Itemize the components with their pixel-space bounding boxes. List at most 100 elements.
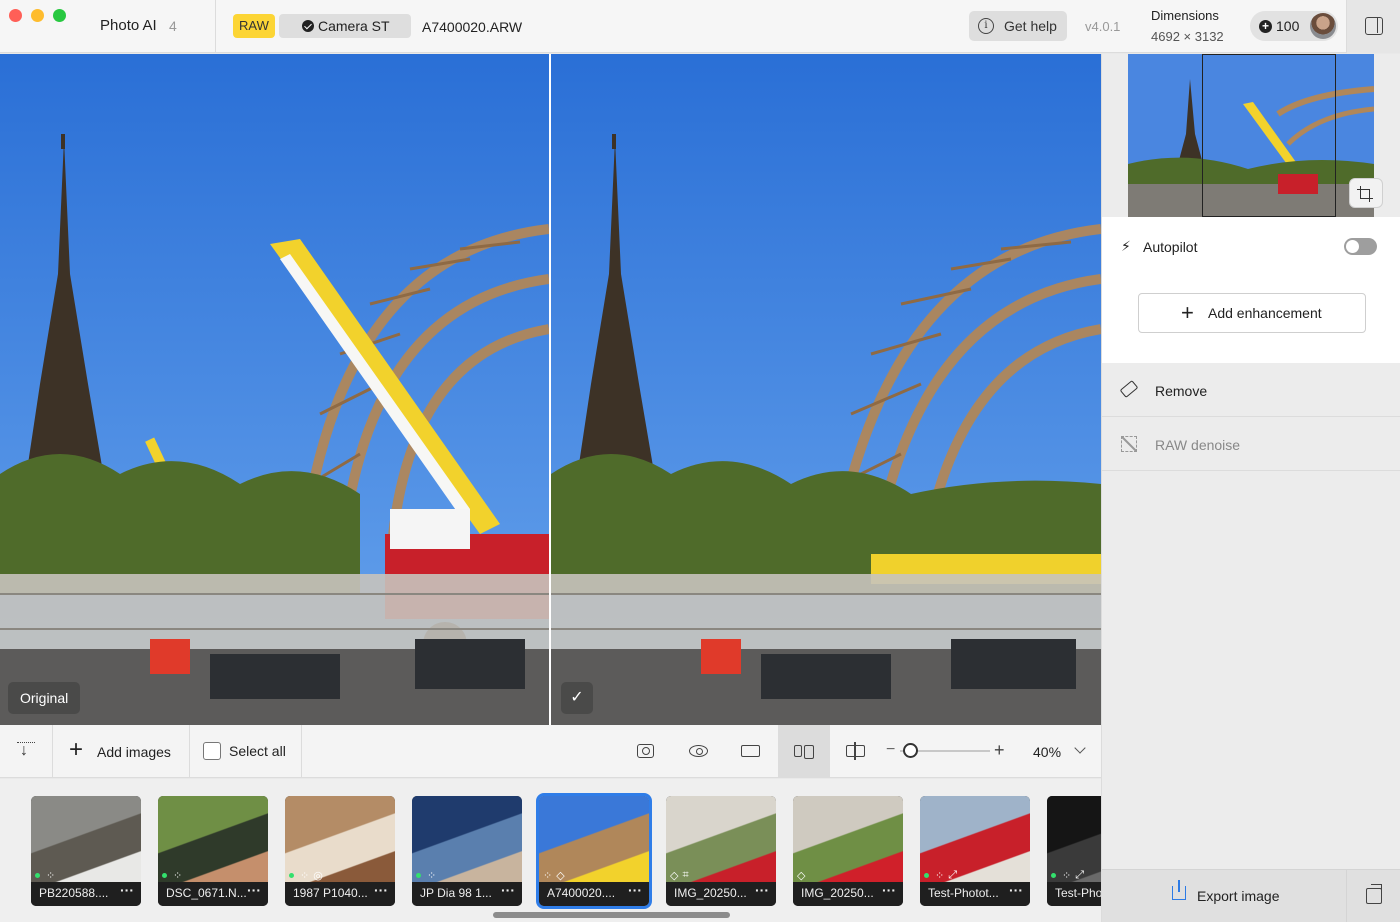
more-options-icon[interactable]: ··· bbox=[1009, 882, 1023, 898]
zoom-slider-handle[interactable] bbox=[903, 743, 918, 758]
filmstrip-item[interactable]: ⁘ ◎ 1987 P1040... ··· bbox=[285, 796, 395, 906]
split-view-icon bbox=[846, 742, 865, 760]
filmstrip-badges: ⁘ bbox=[416, 866, 440, 882]
face-icon: ◎ bbox=[313, 869, 323, 882]
get-help-button[interactable]: i Get help bbox=[969, 11, 1067, 41]
filmstrip-caption: IMG_20250... ··· bbox=[666, 882, 776, 906]
tool-remove[interactable]: Remove bbox=[1102, 363, 1400, 417]
filmstrip-item-name: PB220588.... bbox=[39, 886, 109, 900]
split-view-button[interactable] bbox=[830, 725, 882, 778]
filmstrip-badges: ⁘ ⤢ bbox=[924, 866, 961, 882]
single-view-button[interactable] bbox=[725, 725, 777, 778]
select-all-button[interactable]: Select all bbox=[190, 725, 301, 778]
filmstrip-badges: ◇ bbox=[797, 866, 809, 882]
credits-account-button[interactable]: + 100 bbox=[1250, 11, 1338, 41]
more-options-icon[interactable]: ··· bbox=[374, 882, 388, 898]
zoom-out-button[interactable]: − bbox=[886, 741, 895, 759]
chevron-down-icon[interactable] bbox=[1074, 742, 1086, 754]
filmstrip-item[interactable]: ⁘ DSC_0671.N... ··· bbox=[158, 796, 268, 906]
filmstrip-item-name: 1987 P1040... bbox=[293, 886, 368, 900]
preview-toggle-button[interactable] bbox=[673, 725, 725, 778]
status-dot-icon bbox=[924, 872, 929, 878]
side-by-side-view-button[interactable] bbox=[778, 725, 830, 778]
dimensions-value: 4692 × 3132 bbox=[1151, 29, 1224, 44]
filmstrip-thumbnail bbox=[793, 796, 903, 882]
sparkle-icon: ⁘ bbox=[300, 869, 310, 882]
more-options-icon[interactable]: ··· bbox=[882, 882, 896, 898]
close-window-button[interactable] bbox=[9, 9, 22, 22]
single-view-icon bbox=[741, 745, 760, 757]
status-dot-icon bbox=[162, 872, 167, 878]
zoom-value[interactable]: 40% bbox=[1033, 744, 1061, 760]
filmstrip-item-name: Test-Photot... bbox=[928, 886, 999, 900]
export-settings-button[interactable] bbox=[1346, 869, 1400, 922]
more-options-icon[interactable]: ··· bbox=[120, 882, 134, 898]
toggle-sidebar-button[interactable] bbox=[1346, 0, 1400, 53]
dimensions-label: Dimensions bbox=[1151, 8, 1219, 23]
filmstrip-item[interactable]: ⁘ PB220588.... ··· bbox=[31, 796, 141, 906]
sparkle-icon: ⁘ bbox=[935, 869, 945, 882]
filmstrip-item-name: A7400020.... bbox=[547, 886, 616, 900]
filmstrip-item-name: DSC_0671.N... bbox=[166, 886, 247, 900]
import-button[interactable] bbox=[0, 725, 52, 778]
plus-circle-icon: + bbox=[1259, 20, 1272, 33]
more-options-icon[interactable]: ··· bbox=[501, 882, 515, 898]
sparkle-icon: ⁘ bbox=[427, 869, 437, 882]
add-enhancement-button[interactable]: + Add enhancement bbox=[1138, 293, 1366, 333]
select-all-checkbox[interactable] bbox=[203, 742, 221, 760]
model-selector-button[interactable]: Camera ST bbox=[279, 14, 411, 38]
model-label: Camera ST bbox=[318, 18, 390, 34]
filmstrip-item[interactable]: ◇ ⌗ IMG_20250... ··· bbox=[666, 796, 776, 906]
get-help-label: Get help bbox=[1004, 18, 1057, 34]
filmstrip-item[interactable]: ⁘⤢Test-Pho··· bbox=[1047, 796, 1101, 906]
app-title: Photo AI bbox=[100, 17, 157, 34]
filmstrip-badges: ⁘ bbox=[162, 866, 186, 882]
tool-remove-label: Remove bbox=[1155, 383, 1208, 399]
credits-count: 100 bbox=[1276, 18, 1300, 34]
filmstrip-item-name: Test-Pho bbox=[1055, 886, 1101, 900]
snapshot-button[interactable] bbox=[620, 725, 672, 778]
eraser-icon: ◇ bbox=[556, 869, 565, 882]
autopilot-toggle[interactable] bbox=[1344, 238, 1377, 255]
crop-button[interactable] bbox=[1349, 178, 1383, 208]
more-options-icon[interactable]: ··· bbox=[628, 882, 642, 898]
version-label: v4.0.1 bbox=[1085, 19, 1121, 34]
filmstrip-caption: Test-Photot... ··· bbox=[920, 882, 1030, 906]
more-options-icon[interactable]: ··· bbox=[247, 882, 261, 898]
export-image-button[interactable]: Export image bbox=[1102, 869, 1346, 922]
share-icon bbox=[1172, 880, 1186, 900]
filmstrip-item[interactable]: ⁘ ◇ A7400020.... ··· bbox=[536, 793, 652, 909]
bottom-toolbar: + Add images Select all − + 40% bbox=[0, 725, 1101, 778]
zoom-window-button[interactable] bbox=[53, 9, 66, 22]
raw-denoise-icon bbox=[1121, 436, 1137, 452]
export-image-label: Export image bbox=[1197, 888, 1280, 904]
sidebar-icon bbox=[1365, 17, 1383, 35]
zoom-in-button[interactable]: + bbox=[994, 740, 1005, 761]
processed-check-icon: ✓ bbox=[561, 682, 593, 714]
viewport-frame[interactable] bbox=[1202, 54, 1336, 217]
filmstrip-item[interactable]: ⁘ JP Dia 98 1... ··· bbox=[412, 796, 522, 906]
eraser-icon bbox=[1119, 380, 1139, 398]
filmstrip-caption: PB220588.... ··· bbox=[31, 882, 141, 906]
raw-badge: RAW bbox=[233, 14, 275, 38]
processed-image-canvas[interactable] bbox=[551, 54, 1101, 725]
minimize-window-button[interactable] bbox=[31, 9, 44, 22]
tool-raw-denoise-label: RAW denoise bbox=[1155, 437, 1241, 453]
filmstrip-item[interactable]: ⁘ ⤢ Test-Photot... ··· bbox=[920, 796, 1030, 906]
add-images-button[interactable]: + Add images bbox=[53, 725, 189, 778]
select-all-label: Select all bbox=[229, 743, 286, 759]
navigator-thumbnail[interactable] bbox=[1128, 54, 1374, 217]
status-dot-icon bbox=[35, 872, 40, 878]
filmstrip-item[interactable]: ◇ IMG_20250... ··· bbox=[793, 796, 903, 906]
original-image-canvas[interactable] bbox=[0, 54, 549, 725]
tool-raw-denoise[interactable]: RAW denoise bbox=[1102, 417, 1400, 471]
lightning-icon: ⚡ bbox=[1121, 238, 1131, 254]
filmstrip-caption: 1987 P1040... ··· bbox=[285, 882, 395, 906]
avatar[interactable] bbox=[1310, 13, 1336, 39]
more-options-icon[interactable]: ··· bbox=[755, 882, 769, 898]
filmstrip-badges: ◇ ⌗ bbox=[670, 866, 693, 882]
filmstrip-scrollbar[interactable] bbox=[493, 912, 730, 918]
export-window-icon bbox=[1366, 884, 1382, 904]
sparkle-icon: ⁘ bbox=[1062, 869, 1072, 882]
filmstrip-badges: ⁘ ◇ bbox=[543, 866, 569, 882]
